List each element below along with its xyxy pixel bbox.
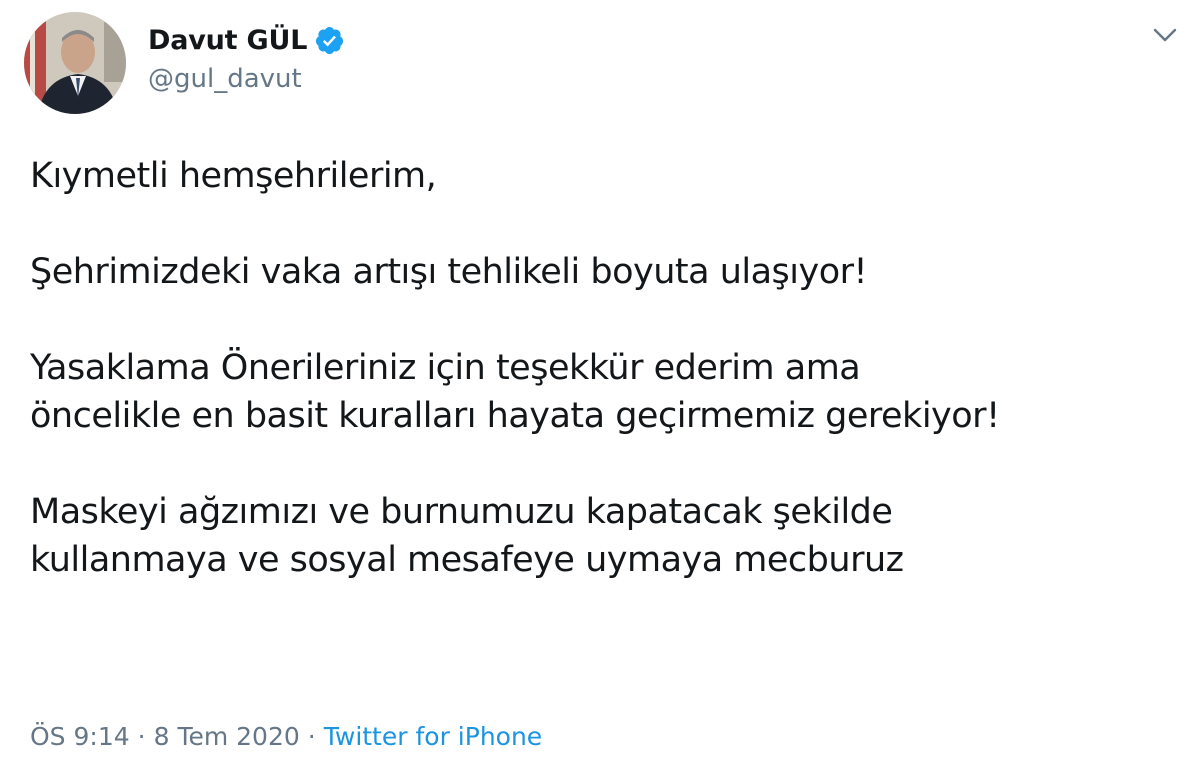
tweet-paragraph-greeting: Kıymetli hemşehrilerim, bbox=[30, 156, 437, 196]
tweet-metadata: ÖS 9:14 · 8 Tem 2020 · Twitter for iPhone bbox=[30, 722, 542, 751]
avatar[interactable] bbox=[24, 12, 126, 114]
chevron-down-icon[interactable] bbox=[1152, 26, 1178, 44]
tweet-line: Maskeyi ağzımızı ve burnumuzu kapatacak … bbox=[30, 492, 893, 532]
tweet-paragraph-warning: Şehrimizdeki vaka artışı tehlikeli boyut… bbox=[30, 252, 868, 292]
avatar-photo bbox=[24, 12, 126, 114]
tweet-line: Yasaklama Önerileriniz için teşekkür ede… bbox=[30, 348, 861, 388]
verified-badge-icon bbox=[314, 25, 345, 56]
author-handle[interactable]: @gul_davut bbox=[148, 64, 302, 94]
tweet-paragraph-mask-rule: Maskeyi ağzımızı ve burnumuzu kapatacak … bbox=[30, 488, 1190, 584]
tweet-paragraph-suggestions: Yasaklama Önerileriniz için teşekkür ede… bbox=[30, 344, 1190, 440]
tweet-source-link[interactable]: Twitter for iPhone bbox=[324, 722, 542, 751]
tweet-time[interactable]: ÖS 9:14 bbox=[30, 722, 130, 751]
author-name-row[interactable]: Davut GÜL bbox=[148, 22, 345, 58]
tweet-line: kullanmaya ve sosyal mesafeye uymaya mec… bbox=[30, 540, 904, 580]
tweet-text: Kıymetli hemşehrilerim, Şehrimizdeki vak… bbox=[30, 152, 1190, 584]
tweet-line: öncelikle en basit kuralları hayata geçi… bbox=[30, 396, 1000, 436]
author-display-name[interactable]: Davut GÜL bbox=[148, 25, 307, 56]
tweet-date[interactable]: 8 Tem 2020 bbox=[154, 722, 300, 751]
meta-separator: · bbox=[137, 722, 146, 751]
meta-separator: · bbox=[307, 722, 316, 751]
